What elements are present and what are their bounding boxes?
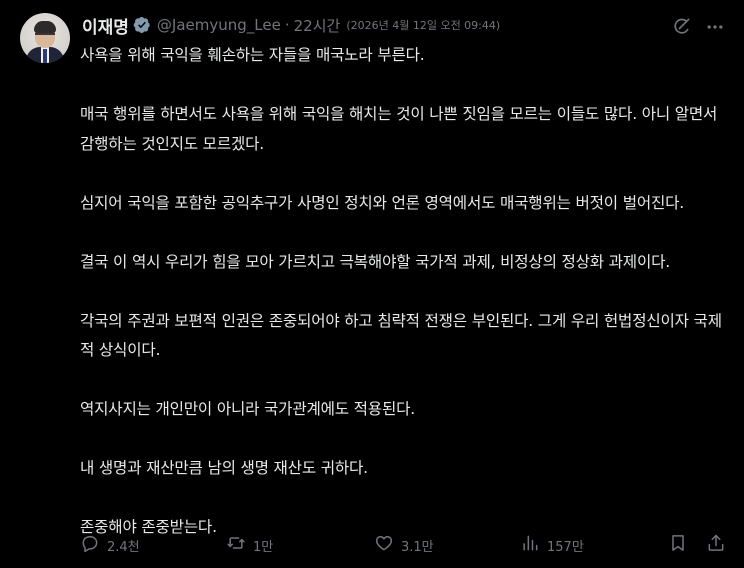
tweet-paragraph: 결국 이 역시 우리가 힘을 모아 가르치고 극복해야할 국가적 과제, 비정상… <box>80 252 671 271</box>
tweet-paragraph: 사욕을 위해 국익을 훼손하는 자들을 매국노라 부른다. <box>80 46 425 64</box>
tweet-paragraph: 심지어 국익을 포함한 공익추구가 사명인 정치와 언론 영역에서도 매국행위는… <box>80 193 685 212</box>
separator-dot: · <box>284 16 290 34</box>
views-icon <box>520 533 540 557</box>
bookmark-button[interactable] <box>668 533 688 557</box>
display-name[interactable]: 이재명 <box>82 13 129 38</box>
like-button[interactable]: 3.1만 <box>374 533 434 557</box>
avatar[interactable] <box>20 13 70 63</box>
tweet-header: 이재명 @Jaemyung_Lee · 22시간 (2026년 4월 12일 오… <box>82 13 501 38</box>
share-icon <box>706 533 726 557</box>
bookmark-icon <box>668 533 688 557</box>
relative-time[interactable]: 22시간 <box>294 15 341 36</box>
heart-icon <box>374 533 394 557</box>
tweet[interactable]: 이재명 @Jaemyung_Lee · 22시간 (2026년 4월 12일 오… <box>0 0 744 568</box>
avatar-hair <box>34 21 56 33</box>
repost-button[interactable]: 1만 <box>226 533 273 557</box>
user-handle[interactable]: @Jaemyung_Lee <box>157 16 281 34</box>
avatar-tie <box>43 49 47 63</box>
tweet-body: 사욕을 위해 국익을 훼손하는 자들을 매국노라 부른다. 매국 행위를 하면서… <box>80 41 735 543</box>
tweet-paragraph: 각국의 주권과 보편적 인권은 존중되어야 하고 침략적 전쟁은 부인된다. 그… <box>80 311 722 360</box>
views-count: 157만 <box>547 539 584 555</box>
views-button[interactable]: 157만 <box>520 533 584 557</box>
tweet-paragraph: 내 생명과 재산만큼 남의 생명 재산도 귀하다. <box>80 459 368 477</box>
tweet-paragraph: 매국 행위를 하면서도 사욕을 위해 국익을 해치는 것이 나쁜 짓임을 모르는… <box>80 105 718 153</box>
reply-button[interactable]: 2.4천 <box>80 533 140 557</box>
reply-count: 2.4천 <box>107 539 140 555</box>
tweet-paragraph: 역지사지는 개인만이 아니라 국가관계에도 적용된다. <box>80 400 416 418</box>
action-bar: 2.4천 1만 3.1만 157만 <box>80 533 730 557</box>
more-icon[interactable] <box>702 14 728 40</box>
share-button[interactable] <box>706 533 726 557</box>
reply-icon <box>80 533 100 557</box>
like-count: 3.1만 <box>401 539 434 555</box>
full-timestamp: (2026년 4월 12일 오전 09:44) <box>346 19 501 32</box>
avatar-glasses <box>35 33 55 40</box>
repost-icon <box>226 533 246 557</box>
grok-icon[interactable] <box>672 16 692 36</box>
verified-badge-icon[interactable] <box>133 16 151 34</box>
repost-count: 1만 <box>253 539 274 555</box>
